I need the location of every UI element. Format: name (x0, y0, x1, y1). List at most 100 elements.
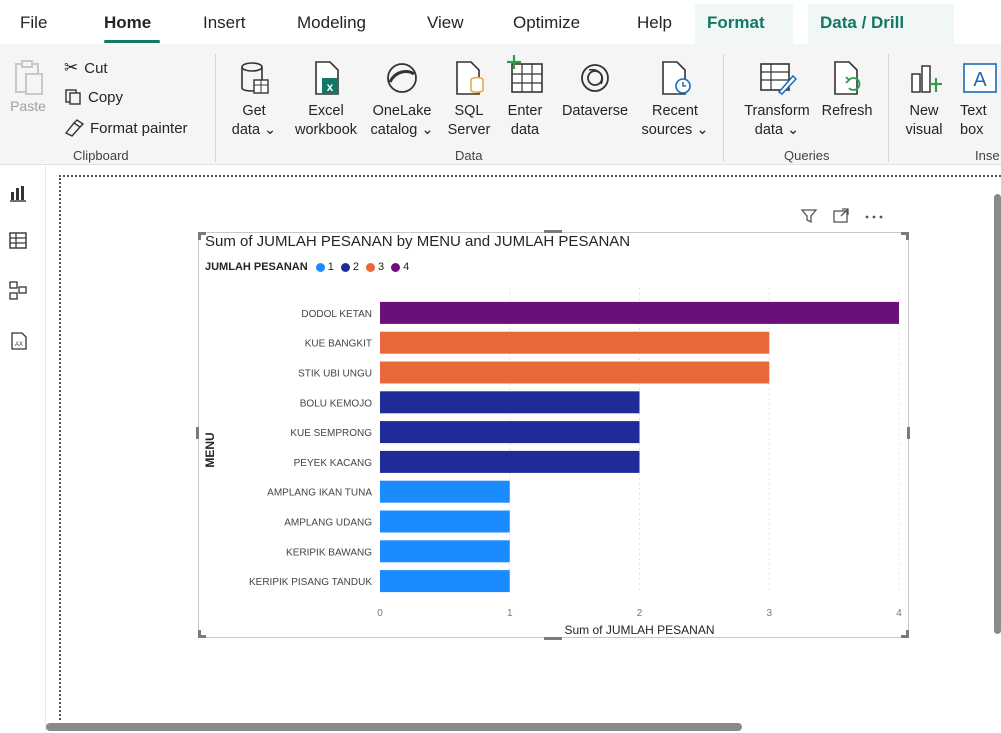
menu-tab-home[interactable]: Home (104, 13, 151, 33)
legend-item[interactable]: 2 (340, 261, 359, 273)
sql-label-2: Server (447, 122, 491, 138)
transform-data-icon (760, 63, 797, 95)
legend-label: 3 (377, 261, 385, 273)
excel-label-1: Excel (308, 103, 344, 119)
filter-icon[interactable] (800, 207, 818, 225)
vertical-scrollbar[interactable] (994, 194, 1001, 634)
bar[interactable] (380, 570, 510, 593)
cut-button[interactable]: ✂ Cut (64, 58, 108, 78)
enter-data-label-2: data (510, 122, 540, 138)
y-tick-label: BOLU KEMOJO (300, 398, 372, 409)
queries-group-label: Queries (784, 148, 830, 163)
menu-tab-optimize[interactable]: Optimize (513, 13, 580, 33)
bar[interactable] (380, 510, 510, 533)
data-group-label: Data (455, 148, 483, 163)
format-painter-icon (64, 119, 84, 137)
x-tick-label: 0 (377, 608, 383, 619)
menu-tab-file[interactable]: File (20, 13, 47, 33)
y-tick-label: AMPLANG UDANG (284, 518, 372, 529)
get-data-label-1: Get (242, 103, 266, 119)
recent-sources-button[interactable]: Recent sources ⌄ (640, 58, 710, 140)
format-painter-button[interactable]: Format painter (64, 119, 188, 137)
scissors-icon: ✂ (64, 58, 79, 77)
excel-workbook-button[interactable]: x Excel workbook (287, 58, 365, 140)
more-options-icon[interactable] (864, 207, 884, 225)
menu-tab-view[interactable]: View (427, 13, 464, 33)
y-tick-label: AMPLANG IKAN TUNA (267, 488, 372, 499)
active-tab-indicator (104, 40, 160, 43)
legend-item[interactable]: 3 (365, 261, 385, 273)
clipboard-group-label: Clipboard (73, 148, 129, 163)
excel-icon: x (315, 61, 339, 95)
sql-server-button[interactable]: SQL Server (443, 58, 495, 140)
x-tick-label: 2 (637, 608, 643, 619)
bar-chart: 0 1 2 3 4 DODOL KETAN KUE BANGKIT STIK UBI UNGU… (203, 288, 902, 637)
y-tick-label: KERIPIK BAWANG (286, 547, 372, 558)
menu-tab-modeling[interactable]: Modeling (297, 13, 366, 33)
y-tick-label: KUE SEMPRONG (290, 428, 372, 439)
dataverse-icon (581, 64, 609, 92)
bar[interactable] (380, 301, 899, 324)
bar[interactable] (380, 361, 770, 384)
resize-corner-top-right[interactable] (901, 232, 909, 240)
refresh-button[interactable]: Refresh (818, 58, 876, 121)
chart-legend: JUMLAH PESANAN 1 2 3 4 (205, 261, 412, 273)
bar[interactable] (380, 391, 640, 414)
text-box-button[interactable]: A Text box (960, 58, 1001, 140)
new-visual-icon (911, 65, 942, 93)
get-data-button[interactable]: Get data ⌄ (227, 58, 281, 140)
onelake-icon (387, 63, 417, 93)
copy-button[interactable]: Copy (64, 88, 123, 106)
svg-text:x: x (327, 80, 334, 94)
legend-title: JUMLAH PESANAN (205, 261, 308, 273)
x-tick-label: 3 (766, 608, 772, 619)
legend-dot (315, 262, 325, 272)
menu-tab-data-drill[interactable]: Data / Drill (820, 13, 904, 33)
report-view-icon[interactable] (8, 182, 30, 204)
horizontal-scrollbar[interactable] (46, 723, 742, 731)
y-tick-label: KERIPIK PISANG TANDUK (249, 577, 372, 588)
bar[interactable] (380, 421, 640, 444)
dataverse-label: Dataverse (561, 103, 629, 119)
onelake-catalog-button[interactable]: OneLake catalog ⌄ (366, 58, 438, 140)
menu-tab-help[interactable]: Help (637, 13, 672, 33)
dataverse-button[interactable]: Dataverse (556, 58, 634, 121)
sql-server-icon (456, 61, 484, 95)
bar[interactable] (380, 450, 640, 473)
legend-item[interactable]: 1 (315, 261, 334, 273)
model-view-icon[interactable] (8, 280, 30, 302)
paste-button[interactable]: Paste (2, 58, 54, 114)
visual-header (800, 207, 884, 225)
refresh-label: Refresh (821, 103, 873, 119)
bar[interactable] (380, 331, 770, 354)
enter-data-button[interactable]: Enter data (502, 54, 548, 140)
new-visual-button[interactable]: New visual (902, 58, 946, 140)
dax-query-view-icon[interactable]: AX (8, 330, 30, 352)
legend-item[interactable]: 4 (391, 261, 409, 273)
bar[interactable] (380, 540, 510, 563)
new-visual-label-2: visual (905, 122, 943, 138)
y-tick-label: PEYEK KACANG (294, 458, 373, 469)
focus-mode-icon[interactable] (832, 207, 850, 225)
y-tick-label: STIK UBI UNGU (298, 369, 372, 380)
onelake-label-1: OneLake (372, 103, 432, 119)
text-box-label-2: box (960, 122, 984, 138)
enter-data-label-1: Enter (507, 103, 543, 119)
ribbon: Paste ✂ Cut Copy Format painter Clipboar… (0, 44, 1001, 165)
y-tick-label: KUE BANGKIT (305, 339, 372, 350)
bar[interactable] (380, 480, 510, 503)
menu-tab-insert[interactable]: Insert (203, 13, 246, 33)
view-rail: AX (0, 166, 46, 733)
menu-tab-format[interactable]: Format (707, 13, 765, 33)
legend-label: 4 (403, 261, 410, 273)
paste-label: Paste (10, 98, 46, 114)
transform-label-2: data ⌄ (754, 122, 800, 138)
transform-data-button[interactable]: Transform data ⌄ (737, 58, 817, 140)
copy-label: Copy (88, 88, 124, 106)
ribbon-separator (888, 54, 889, 162)
table-view-icon[interactable] (8, 230, 30, 252)
transform-label-1: Transform (744, 103, 810, 119)
legend-label: 2 (352, 261, 359, 273)
x-tick-label: 1 (507, 608, 513, 619)
recent-sources-icon (662, 61, 691, 95)
